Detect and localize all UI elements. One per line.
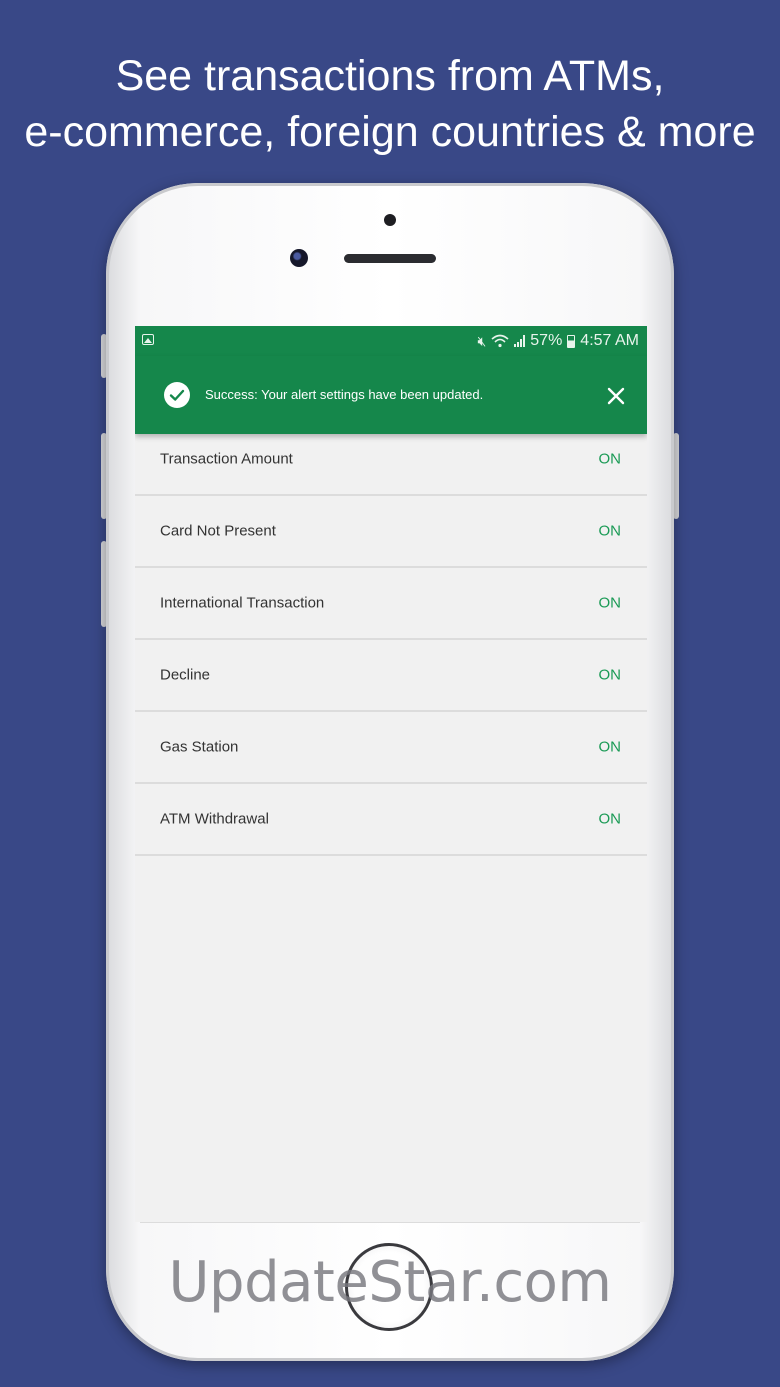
- setting-status[interactable]: ON: [599, 450, 622, 467]
- headline-line-2: e-commerce, foreign countries & more: [24, 108, 756, 156]
- setting-label: Transaction Amount: [160, 450, 293, 467]
- phone-screen: 🔇︎ 57% 4:57 AM Success: Your alert setti…: [135, 326, 647, 1222]
- setting-status[interactable]: ON: [599, 523, 622, 540]
- headline-line-1: See transactions from ATMs,: [115, 52, 665, 100]
- alert-message: Success: Your alert settings have been u…: [205, 387, 484, 402]
- setting-label: Decline: [160, 666, 211, 684]
- setting-row-transaction-amount[interactable]: Transaction Amount ON: [135, 423, 647, 496]
- status-time: 4:57 AM: [580, 332, 639, 349]
- setting-label: Card Not Present: [160, 522, 276, 540]
- front-camera-icon: [290, 249, 308, 267]
- setting-label: ATM Withdrawal: [160, 810, 269, 828]
- alert-settings-list: Transaction Amount ON Card Not Present O…: [135, 423, 647, 856]
- status-indicators: 🔇︎ 57% 4:57 AM: [477, 331, 639, 351]
- earpiece-speaker: [344, 254, 436, 263]
- setting-label: Gas Station: [160, 738, 239, 756]
- battery-percent: 57%: [530, 332, 563, 349]
- screen-divider: [140, 1222, 640, 1223]
- close-icon[interactable]: [605, 385, 627, 407]
- gallery-icon: [142, 334, 154, 345]
- setting-row-atm-withdrawal[interactable]: ATM Withdrawal ON: [135, 784, 647, 856]
- wifi-icon: [491, 334, 509, 348]
- battery-icon: [567, 334, 576, 348]
- setting-status[interactable]: ON: [599, 667, 622, 684]
- setting-row-decline[interactable]: Decline ON: [135, 640, 647, 712]
- setting-row-gas-station[interactable]: Gas Station ON: [135, 712, 647, 784]
- setting-row-card-not-present[interactable]: Card Not Present ON: [135, 496, 647, 568]
- watermark: UpdateStar.com: [168, 1250, 612, 1315]
- signal-icon: [514, 335, 526, 347]
- marketing-headline: See transactions from ATMs, e-commerce, …: [0, 48, 780, 160]
- setting-row-international-transaction[interactable]: International Transaction ON: [135, 568, 647, 640]
- status-bar: 🔇︎ 57% 4:57 AM: [135, 326, 647, 356]
- mute-icon: 🔇︎: [477, 332, 487, 349]
- setting-status[interactable]: ON: [599, 739, 622, 756]
- check-circle-icon: [164, 382, 190, 408]
- setting-status[interactable]: ON: [599, 811, 622, 828]
- setting-status[interactable]: ON: [599, 595, 622, 612]
- setting-label: International Transaction: [160, 594, 325, 612]
- front-sensor-icon: [384, 214, 396, 226]
